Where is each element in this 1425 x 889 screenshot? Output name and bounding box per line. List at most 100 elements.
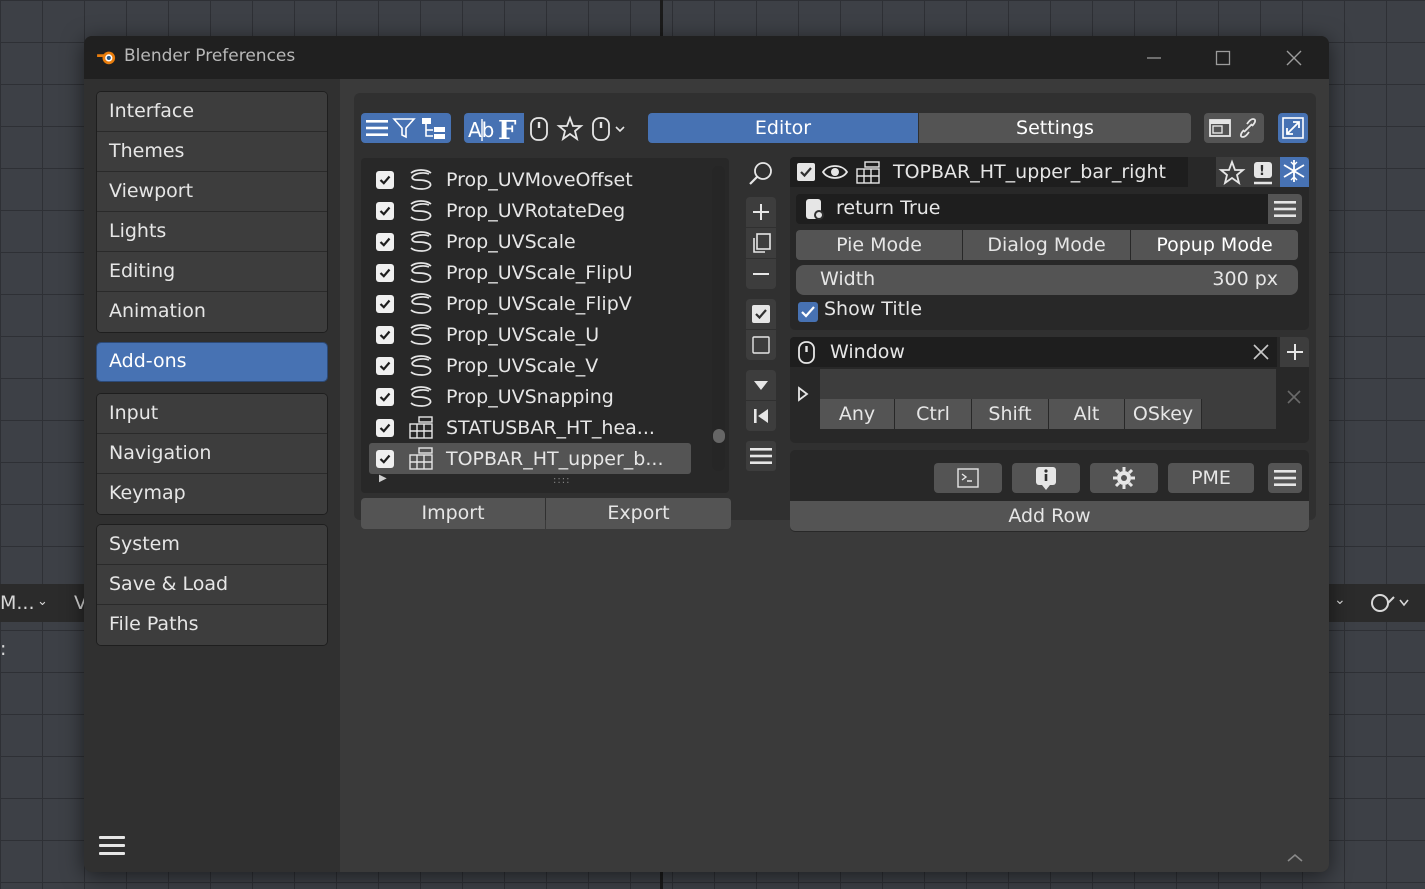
sidebar-item-save-load[interactable]: Save & Load [97, 565, 327, 605]
show-title-checkbox[interactable] [796, 300, 820, 324]
list-item[interactable]: Prop_UVScale_V [369, 350, 691, 381]
settings-button[interactable] [1090, 463, 1158, 493]
sidebar-item-viewport[interactable]: Viewport [97, 172, 327, 212]
font-bold-icon[interactable]: F [495, 115, 521, 143]
move-down-button[interactable] [746, 370, 776, 400]
console-button[interactable] [934, 463, 1002, 493]
scrollbar-track[interactable] [712, 166, 725, 471]
list-item[interactable]: Prop_UVScale [369, 226, 691, 257]
list-menu-icon[interactable] [364, 116, 390, 140]
star-icon[interactable] [1218, 159, 1246, 187]
info-button[interactable] [1012, 463, 1080, 493]
list-item[interactable]: Prop_UVMoveOffset [369, 164, 691, 195]
modifier-any-button[interactable]: Any [820, 399, 894, 429]
clear-keymap-icon[interactable] [1250, 341, 1272, 363]
action-menu-button[interactable] [1268, 463, 1302, 493]
sidebar-item-keymap[interactable]: Keymap [97, 474, 327, 514]
tab-settings[interactable]: Settings [919, 113, 1191, 143]
new-window-icon[interactable] [1207, 115, 1233, 141]
fullscreen-button[interactable] [1278, 113, 1308, 143]
scrollbar-thumb[interactable] [713, 429, 725, 443]
filter-icon[interactable] [392, 116, 418, 140]
sidebar-item-add-ons[interactable]: Add-ons [97, 343, 327, 381]
star-icon[interactable] [556, 115, 584, 143]
mouse-icon[interactable] [528, 115, 550, 143]
search-icon[interactable] [746, 159, 776, 189]
add-item-button[interactable] [746, 197, 776, 227]
chevron-down-icon[interactable]: ⌄ [1334, 592, 1352, 612]
snapping-icon[interactable] [1364, 590, 1412, 616]
mouse-dropdown-icon[interactable] [590, 115, 634, 143]
move-top-button[interactable] [746, 401, 776, 431]
remove-hotkey-icon[interactable] [1284, 387, 1304, 407]
copy-item-button[interactable] [746, 228, 776, 258]
resize-handle-icon[interactable]: :::: [553, 475, 569, 486]
menu-name-field[interactable]: TOPBAR_HT_upper_bar_right [893, 161, 1166, 183]
remove-item-button[interactable] [746, 259, 776, 289]
disable-all-button[interactable] [746, 330, 776, 360]
enable-all-button[interactable] [746, 299, 776, 329]
item-enabled-checkbox[interactable] [376, 263, 394, 282]
import-button[interactable]: Import [361, 498, 545, 529]
modifier-shift-button[interactable]: Shift [972, 399, 1048, 429]
add-row-button[interactable]: Add Row [790, 501, 1309, 531]
sidebar-item-lights[interactable]: Lights [97, 212, 327, 252]
item-enabled-checkbox[interactable] [376, 356, 394, 375]
hotkey-info-icon[interactable]: ! [1250, 159, 1278, 187]
item-enabled-checkbox[interactable] [376, 294, 394, 313]
menu-hamburger-icon[interactable] [98, 832, 126, 860]
item-enabled-checkbox[interactable] [376, 325, 394, 344]
checkbox-checked-icon[interactable] [794, 160, 818, 184]
export-button[interactable]: Export [546, 498, 731, 529]
sidebar-item-navigation[interactable]: Navigation [97, 434, 327, 474]
hotkey-input-field[interactable] [820, 369, 1276, 399]
item-enabled-checkbox[interactable] [376, 201, 394, 220]
list-item[interactable]: STATUSBAR_HT_hea... [369, 412, 691, 443]
link-icon[interactable] [1235, 115, 1261, 141]
sidebar-item-editing[interactable]: Editing [97, 252, 327, 292]
close-button[interactable] [1264, 40, 1324, 76]
width-slider[interactable]: Width 300 px [796, 265, 1298, 295]
expand-arrow-icon[interactable] [796, 385, 810, 403]
pie-mode-button[interactable]: Pie Mode [796, 230, 962, 260]
item-enabled-checkbox[interactable] [376, 170, 394, 189]
item-enabled-checkbox[interactable] [376, 387, 394, 406]
modifier-ctrl-button[interactable]: Ctrl [895, 399, 971, 429]
snowflake-button[interactable] [1280, 157, 1309, 187]
item-enabled-checkbox[interactable] [376, 418, 394, 437]
sidebar-item-animation[interactable]: Animation [97, 292, 327, 332]
minimize-button[interactable] [1124, 40, 1184, 76]
list-menu-button[interactable] [746, 441, 776, 471]
list-item[interactable]: Prop_UVRotateDeg [369, 195, 691, 226]
sidebar-item-system[interactable]: System [97, 525, 327, 565]
tab-editor[interactable]: Editor [648, 113, 918, 143]
add-keymap-button[interactable] [1280, 337, 1309, 367]
list-item[interactable]: Prop_UVSnapping [369, 381, 691, 412]
maximize-button[interactable] [1193, 40, 1253, 76]
eye-icon[interactable] [821, 160, 849, 184]
item-enabled-checkbox[interactable] [376, 449, 394, 468]
font-ab-icon[interactable]: Ab [466, 115, 494, 143]
item-enabled-checkbox[interactable] [376, 232, 394, 251]
dialog-mode-button[interactable]: Dialog Mode [963, 230, 1130, 260]
list-item[interactable]: TOPBAR_HT_upper_b... [369, 443, 691, 474]
chevron-up-icon[interactable] [1284, 851, 1306, 865]
poll-expression-text[interactable]: return True [836, 197, 941, 219]
tree-view-icon[interactable] [420, 116, 448, 140]
pme-button[interactable]: PME [1168, 463, 1254, 493]
popup-mode-button[interactable]: Popup Mode [1131, 230, 1298, 260]
sidebar-item-themes[interactable]: Themes [97, 132, 327, 172]
sidebar-item-input[interactable]: Input [97, 394, 327, 434]
modifier-alt-button[interactable]: Alt [1049, 399, 1124, 429]
list-item[interactable]: Prop_UVScale_FlipU [369, 257, 691, 288]
sidebar-item-interface[interactable]: Interface [97, 92, 327, 132]
show-title-label[interactable]: Show Title [824, 298, 922, 320]
left-dropdown[interactable]: M... [0, 592, 35, 614]
poll-menu-button[interactable] [1268, 194, 1302, 224]
modifier-oskey-button[interactable]: OSkey [1125, 399, 1201, 429]
expand-arrow-icon[interactable]: ▶ [379, 473, 391, 487]
list-item[interactable]: Prop_UVScale_U [369, 319, 691, 350]
sidebar-item-file-paths[interactable]: File Paths [97, 605, 327, 645]
list-item[interactable]: Prop_UVScale_FlipV [369, 288, 691, 319]
region-grid-icon[interactable] [854, 160, 882, 186]
